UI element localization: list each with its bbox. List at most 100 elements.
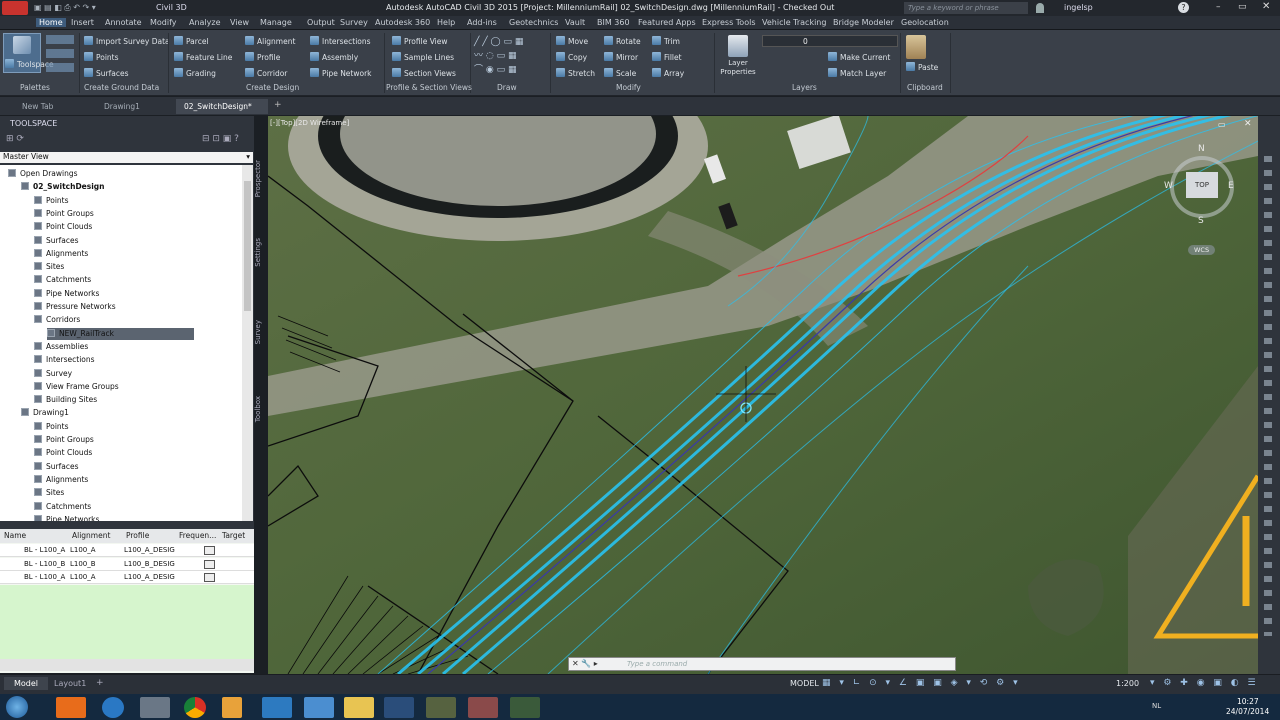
annotation-scale[interactable]: 1:200 [1116, 679, 1139, 688]
grading-button[interactable]: Grading [174, 68, 216, 78]
quick-access-toolbar[interactable]: ▣ ▤ ◧ ⎙ ↶ ↷ ▾ [34, 3, 144, 13]
array-button[interactable]: Array [652, 68, 684, 78]
tree-item-surfaces[interactable]: Surfaces [34, 235, 78, 247]
ribbon-tab-help[interactable]: Help [437, 18, 455, 27]
internet-explorer-icon[interactable] [102, 697, 124, 718]
sample-lines-button[interactable]: Sample Lines [392, 52, 454, 62]
ribbon-tab-geotechnics[interactable]: Geotechnics [509, 18, 558, 27]
paste-label[interactable]: Paste [906, 62, 938, 72]
ribbon-tab-output[interactable]: Output [307, 18, 335, 27]
start-button-icon[interactable] [6, 696, 28, 718]
column-header-name[interactable]: Name [0, 529, 68, 543]
tree-item-building-sites[interactable]: Building Sites [34, 394, 97, 406]
ribbon-tab-home[interactable]: Home [36, 18, 66, 27]
tree-item-02-switchdesign[interactable]: 02_SwitchDesign [21, 181, 105, 193]
clock-date[interactable]: 24/07/2014 [1226, 707, 1269, 716]
tab-model[interactable]: Model [4, 677, 49, 690]
ribbon-tab-vault[interactable]: Vault [565, 18, 585, 27]
username[interactable]: ingelsp [1064, 3, 1093, 12]
command-input[interactable]: Type a command [627, 660, 687, 668]
tree-item-points[interactable]: Points [34, 195, 69, 207]
intersections-button[interactable]: Intersections [310, 36, 371, 46]
tree-item-alignments[interactable]: Alignments [34, 248, 88, 260]
add-layout-plus-icon[interactable]: + [96, 678, 104, 688]
lync-icon[interactable] [262, 697, 292, 718]
import-survey-data-button[interactable]: Import Survey Data [84, 36, 170, 46]
tree-item-point-clouds[interactable]: Point Clouds [34, 221, 92, 233]
tree-item-pipe-networks[interactable]: Pipe Networks [34, 514, 99, 521]
tab-02-switchdesign[interactable]: 02_SwitchDesign* [176, 99, 268, 114]
mirror-button[interactable]: Mirror [604, 52, 638, 62]
make-current-button[interactable]: Make Current [828, 52, 890, 62]
table-row[interactable]: BL - L100_A L100_A L100_A_DESIG [0, 571, 254, 584]
frequency-edit-button[interactable] [204, 559, 215, 569]
column-header-target[interactable]: Target [218, 529, 254, 543]
profile-view-button[interactable]: Profile View [392, 36, 448, 46]
tree-item-open-drawings[interactable]: Open Drawings [8, 168, 78, 180]
alignment-button[interactable]: Alignment [245, 36, 295, 46]
viewcube-s[interactable]: S [1198, 216, 1204, 226]
remote-desktop-icon[interactable] [304, 697, 334, 718]
tree-item-pipe-networks[interactable]: Pipe Networks [34, 288, 99, 300]
tree-item-point-groups[interactable]: Point Groups [34, 208, 94, 220]
tree-item-points[interactable]: Points [34, 421, 69, 433]
app-icon[interactable] [510, 697, 540, 718]
layer-properties-icon[interactable] [728, 35, 748, 57]
stretch-button[interactable]: Stretch [556, 68, 595, 78]
fillet-button[interactable]: Fillet [652, 52, 682, 62]
table-row[interactable]: BL - L100_B L100_B L100_B_DESIG [0, 557, 254, 571]
tree-item-catchments[interactable]: Catchments [34, 274, 91, 286]
panel-create-design[interactable]: Create Design [246, 83, 299, 92]
ribbon-tab-modify[interactable]: Modify [150, 18, 177, 27]
viewcube[interactable]: N E S W TOP [1164, 144, 1236, 228]
side-tab-toolbox[interactable]: Toolbox [254, 396, 262, 422]
move-button[interactable]: Move [556, 36, 588, 46]
ribbon-tab-survey[interactable]: Survey [340, 18, 368, 27]
app-icon[interactable] [468, 697, 498, 718]
tab-drawing1[interactable]: Drawing1 [96, 99, 148, 114]
baseline-table[interactable]: Name Alignment Profile Frequen... Target… [0, 529, 254, 673]
tree-item-corridors[interactable]: Corridors [34, 314, 80, 326]
viewport-controls-label[interactable]: [-][Top][2D Wireframe] [270, 119, 349, 127]
command-line[interactable]: ✕ 🔧 ▸ Type a command [568, 657, 956, 671]
tab-new-tab[interactable]: New Tab [14, 99, 61, 114]
draw-tools[interactable]: ╱ ╱ ◯ ▭ ▦ 〰 ◌ ▭ ▦ ⌒ ◉ ▭ ▦ [474, 35, 550, 77]
tree-item-drawing1[interactable]: Drawing1 [21, 407, 69, 419]
viewcube-e[interactable]: E [1228, 181, 1234, 191]
corridor-button[interactable]: Corridor [245, 68, 287, 78]
layer-properties-label[interactable]: Layer Properties [718, 59, 758, 77]
tree-item-point-clouds[interactable]: Point Clouds [34, 447, 92, 459]
tree-item-pressure-networks[interactable]: Pressure Networks [34, 301, 116, 313]
ribbon-tab-analyze[interactable]: Analyze [189, 18, 221, 27]
ribbon-tab-bim-360[interactable]: BIM 360 [597, 18, 630, 27]
panel-profile-section-views[interactable]: Profile & Section Views [386, 83, 472, 92]
tree-item-intersections[interactable]: Intersections [34, 354, 95, 366]
layer-dropdown[interactable]: 0 [762, 35, 898, 47]
copy-button[interactable]: Copy [556, 52, 587, 62]
tree-scrollbar[interactable] [242, 165, 253, 521]
ribbon-tab-add-ins[interactable]: Add-ins [467, 18, 497, 27]
tree-item-alignments[interactable]: Alignments [34, 474, 88, 486]
tree-item-survey[interactable]: Survey [34, 368, 72, 380]
search-input[interactable]: Type a keyword or phrase [904, 2, 1028, 14]
feature-line-button[interactable]: Feature Line [174, 52, 232, 62]
workspace-name[interactable]: Civil 3D [156, 3, 187, 12]
new-tab-plus-icon[interactable]: + [274, 100, 282, 110]
side-tab-prospector[interactable]: Prospector [254, 160, 262, 197]
app-icon[interactable] [140, 697, 170, 718]
panel-create-ground-data[interactable]: Create Ground Data [84, 83, 159, 92]
tab-layout1[interactable]: Layout1 [46, 677, 94, 690]
panel-layers[interactable]: Layers [792, 83, 817, 92]
panel-modify[interactable]: Modify [616, 83, 641, 92]
file-explorer-icon[interactable] [344, 697, 374, 718]
viewport-minimize-icon[interactable]: ▭ [1218, 120, 1226, 129]
scale-button[interactable]: Scale [604, 68, 636, 78]
clock-time[interactable]: 10:27 [1237, 697, 1259, 706]
parcel-button[interactable]: Parcel [174, 36, 209, 46]
tree-item-view-frame-groups[interactable]: View Frame Groups [34, 381, 119, 393]
side-tab-settings[interactable]: Settings [254, 238, 262, 267]
panel-draw[interactable]: Draw [497, 83, 517, 92]
language-indicator[interactable]: NL [1152, 702, 1161, 710]
ribbon-tab-bridge-modeler[interactable]: Bridge Modeler [833, 18, 894, 27]
ribbon-tab-annotate[interactable]: Annotate [105, 18, 142, 27]
